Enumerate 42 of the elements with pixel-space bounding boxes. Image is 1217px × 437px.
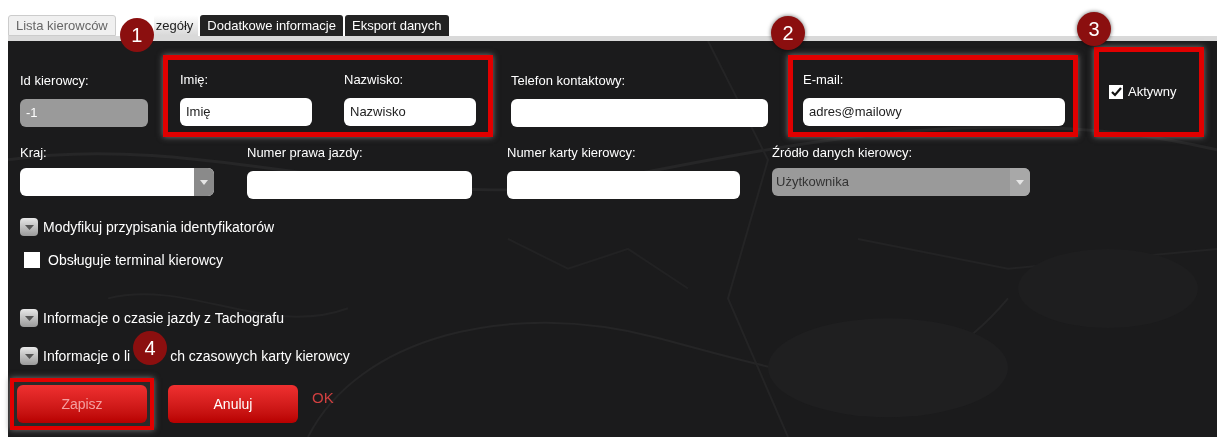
tab[interactable]: Lista kierowców bbox=[8, 15, 116, 36]
action-button[interactable]: Anuluj bbox=[168, 385, 298, 423]
expand-toggle[interactable] bbox=[20, 218, 38, 236]
field-label: Nazwisko: bbox=[344, 72, 405, 88]
field-label: Imię: bbox=[180, 72, 210, 88]
field-label: Źródło danych kierowcy: bbox=[772, 145, 914, 161]
input-field[interactable] bbox=[247, 171, 472, 199]
caret-icon bbox=[24, 224, 34, 230]
caret-icon bbox=[24, 353, 34, 359]
caret-icon bbox=[1016, 179, 1024, 185]
section-title: Informacje o li bbox=[43, 346, 131, 366]
dropdown[interactable] bbox=[20, 168, 214, 196]
input-field[interactable] bbox=[511, 99, 768, 127]
field-label: Id kierowcy: bbox=[20, 73, 90, 89]
step-badge: 3 bbox=[1077, 12, 1111, 46]
section-title: Modyfikuj przypisania identyfikatorów bbox=[43, 217, 275, 237]
caret-icon bbox=[200, 179, 208, 185]
input-field[interactable]: adres@mailowy bbox=[803, 98, 1065, 126]
input-field[interactable]: Nazwisko bbox=[344, 98, 476, 126]
step-badge: 2 bbox=[771, 16, 805, 50]
checkbox-label: Aktywny bbox=[1128, 83, 1177, 102]
field-label: Telefon kontaktowy: bbox=[511, 73, 627, 89]
tab[interactable]: Eksport danych bbox=[344, 15, 449, 36]
checkbox[interactable] bbox=[24, 252, 40, 268]
field-label: Numer prawa jazdy: bbox=[247, 145, 364, 161]
expand-toggle[interactable] bbox=[20, 347, 38, 365]
status-text: OK bbox=[312, 387, 334, 408]
caret-icon bbox=[24, 315, 34, 321]
section-title: Informacje o czasie jazdy z Tachografu bbox=[43, 308, 284, 328]
checkbox-label: Obsługuje terminal kierowcy bbox=[48, 250, 224, 270]
field-label: Numer karty kierowcy: bbox=[507, 145, 637, 161]
step-badge: 1 bbox=[119, 18, 154, 52]
section-title: ch czasowych karty kierowcy bbox=[170, 346, 350, 366]
tab[interactable]: zegóły bbox=[153, 15, 199, 36]
input-field[interactable] bbox=[507, 171, 740, 199]
tab[interactable]: Dodatkowe informacje bbox=[200, 15, 343, 36]
check-icon bbox=[1110, 87, 1122, 97]
expand-toggle[interactable] bbox=[20, 309, 38, 327]
input-field[interactable]: Imię bbox=[180, 98, 312, 126]
field-label: Kraj: bbox=[20, 145, 48, 161]
checkbox[interactable] bbox=[1109, 85, 1123, 99]
field-label: E-mail: bbox=[803, 72, 845, 88]
